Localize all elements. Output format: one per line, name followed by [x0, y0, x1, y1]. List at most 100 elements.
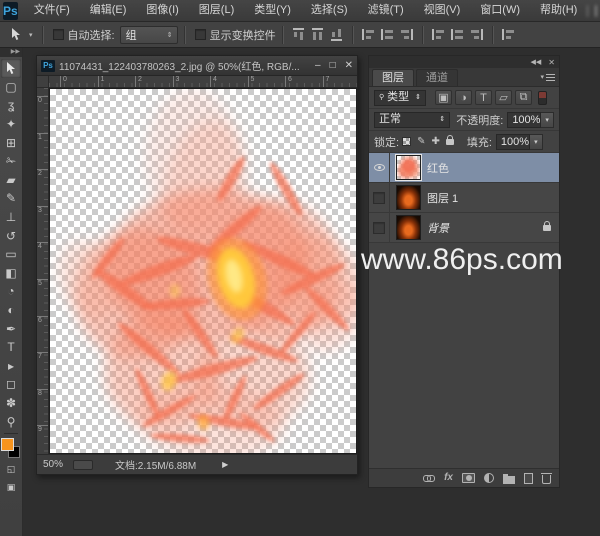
quick-mask-icon[interactable]: ◱ [1, 460, 21, 479]
shape-tool-icon[interactable]: ◻ [1, 375, 21, 394]
dodge-tool-icon[interactable]: ◐ [1, 301, 21, 320]
auto-select-checkbox[interactable] [53, 29, 64, 40]
layer-thumbnail[interactable] [396, 185, 421, 210]
menu-item-2[interactable]: 图像(I) [136, 0, 188, 21]
menu-item-9[interactable]: 帮助(H) [530, 0, 587, 21]
menu-item-4[interactable]: 类型(Y) [244, 0, 301, 21]
auto-align-layers[interactable] [502, 29, 515, 40]
blend-mode-dropdown[interactable]: 正常 ⇕ [374, 112, 450, 128]
document-title-bar[interactable]: Ps 11074431_122403780263_2.jpg @ 50%(红色,… [37, 56, 357, 76]
brush-tool-icon[interactable]: ✎ [1, 189, 21, 208]
status-menu-arrow-icon[interactable]: ▶ [222, 460, 228, 469]
layer-row-0[interactable]: 红色 [369, 153, 559, 183]
lock-move-icon[interactable]: ✚ [431, 136, 439, 147]
healing-brush-tool-icon[interactable]: ▰ [1, 171, 21, 190]
visibility-cell[interactable] [369, 153, 390, 183]
new-group-icon[interactable] [503, 476, 515, 484]
close-panel-icon[interactable]: ✕ [548, 58, 555, 67]
gradient-tool-icon[interactable]: ◧ [1, 264, 21, 283]
shape-filter-icon[interactable]: ▱ [495, 90, 512, 105]
collapse-panel-icon[interactable]: ◀◀ [531, 58, 542, 66]
lasso-tool-icon[interactable]: ʓ [1, 96, 21, 115]
screen-mode-icon[interactable]: ▣ [1, 478, 21, 497]
align-bottom-edges[interactable] [331, 28, 342, 41]
lock-paint-icon[interactable]: ✎ [417, 136, 425, 147]
add-mask-icon[interactable] [462, 473, 475, 483]
layer-row-1[interactable]: 图层 1 [369, 183, 559, 213]
lock-all-icon[interactable] [446, 139, 454, 145]
quick-select-tool-icon[interactable]: ✦ [1, 115, 21, 134]
adjustment-filter-icon[interactable]: ◑ [455, 90, 472, 105]
menu-item-8[interactable]: 窗口(W) [470, 0, 530, 21]
pixel-filter-icon[interactable]: ▣ [435, 90, 452, 105]
menu-item-3[interactable]: 图层(L) [189, 0, 244, 21]
show-transform-checkbox[interactable] [195, 29, 206, 40]
maximize-button[interactable]: □ [330, 61, 336, 71]
adjustment-layer-icon[interactable] [484, 473, 494, 483]
fill-dropdown-icon[interactable]: ▾ [530, 134, 543, 150]
color-swatches[interactable] [1, 438, 21, 458]
layer-row-2[interactable]: 背景 [369, 213, 559, 243]
menu-item-7[interactable]: 视图(V) [414, 0, 471, 21]
canvas[interactable] [49, 88, 357, 454]
foreground-color-swatch[interactable] [1, 438, 14, 451]
move-tool-icon[interactable] [6, 25, 26, 44]
filter-kind-dropdown[interactable]: ⚲ 类型 ⇕ [374, 90, 426, 106]
pen-tool-icon[interactable]: ✒ [1, 319, 21, 338]
menu-item-5[interactable]: 选择(S) [301, 0, 358, 21]
align-top-edges[interactable] [293, 28, 304, 41]
fill-value[interactable]: 100% [496, 134, 530, 150]
type-tool-icon[interactable]: T [1, 338, 21, 357]
tab-图层[interactable]: 图层 [372, 69, 414, 86]
visibility-empty-box[interactable] [373, 192, 385, 204]
visibility-cell[interactable] [369, 183, 390, 213]
smart-object-filter-icon[interactable]: ⧉ [515, 90, 532, 105]
marquee-tool-icon[interactable]: ▢ [1, 78, 21, 97]
zoom-tool-icon[interactable]: ⚲ [1, 412, 21, 431]
visibility-cell[interactable] [369, 213, 390, 243]
crop-tool-icon[interactable]: ⊞ [1, 133, 21, 152]
menu-item-6[interactable]: 滤镜(T) [358, 0, 414, 21]
eye-icon[interactable] [374, 164, 385, 171]
opacity-dropdown-icon[interactable]: ▾ [541, 112, 554, 128]
align-horizontal-centers[interactable] [381, 29, 394, 40]
visibility-empty-box[interactable] [373, 222, 385, 234]
eraser-tool-icon[interactable]: ▭ [1, 245, 21, 264]
hand-tool-icon[interactable]: ✽ [1, 394, 21, 413]
align-vertical-centers[interactable] [312, 28, 323, 41]
blur-tool-icon[interactable]: ◔ [1, 282, 21, 301]
lock-transparent-icon[interactable] [402, 137, 411, 146]
clone-stamp-tool-icon[interactable]: ⊥ [1, 208, 21, 227]
menu-item-0[interactable]: 文件(F) [24, 0, 80, 21]
dropdown-arrows-icon: ⇕ [439, 112, 445, 127]
filter-toggle-switch[interactable] [538, 91, 547, 105]
menu-item-1[interactable]: 编辑(E) [80, 0, 137, 21]
document-window: Ps 11074431_122403780263_2.jpg @ 50%(红色,… [36, 55, 358, 475]
panel-menu-icon[interactable]: ▾ [540, 73, 555, 81]
tab-通道[interactable]: 通道 [416, 69, 458, 86]
zoom-level-field[interactable]: 50% [43, 459, 63, 470]
close-button[interactable]: ✕ [345, 61, 353, 71]
opacity-value[interactable]: 100% [507, 112, 541, 128]
eyedropper-tool-icon[interactable]: ✁ [1, 152, 21, 171]
ruler-v-9: 9 [37, 425, 49, 433]
history-brush-tool-icon[interactable]: ↺ [1, 226, 21, 245]
align-right-edges[interactable] [400, 29, 413, 40]
distribute-bottom[interactable] [470, 29, 483, 40]
tool-preset-arrow[interactable]: ▾ [29, 31, 33, 39]
new-layer-icon[interactable] [524, 473, 533, 484]
auto-select-dropdown[interactable]: 组 ⇕ [120, 26, 178, 44]
layer-thumbnail[interactable] [396, 155, 421, 180]
layer-thumbnail[interactable] [396, 215, 421, 240]
distribute-vcenter[interactable] [451, 29, 464, 40]
toolbar-collapse-icon[interactable]: ▶▶ [0, 48, 22, 57]
distribute-top[interactable] [432, 29, 445, 40]
path-select-tool-icon[interactable]: ▸ [1, 357, 21, 376]
move-tool-icon[interactable] [1, 59, 21, 78]
align-left-edges[interactable] [362, 29, 375, 40]
type-filter-icon[interactable]: T [475, 90, 492, 105]
minimize-button[interactable]: – [315, 61, 321, 71]
layer-style-icon[interactable]: fx [444, 473, 453, 483]
delete-layer-icon[interactable] [542, 475, 551, 484]
link-layers-icon[interactable] [423, 475, 435, 482]
